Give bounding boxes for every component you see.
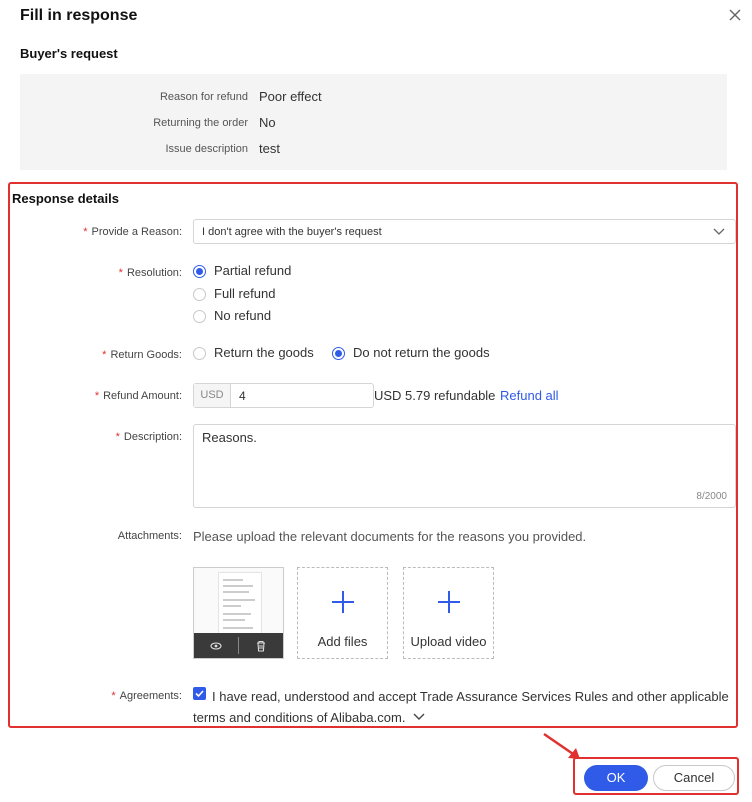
currency-prefix: USD	[194, 384, 231, 407]
attachments-field-label: Attachments:	[117, 530, 182, 542]
resolution-field-label: * Resolution:	[118, 267, 182, 279]
returning-order-label: Returning the order	[153, 117, 248, 129]
attachments-hint: Please upload the relevant documents for…	[193, 529, 587, 544]
do-not-return-goods-radio[interactable]	[332, 347, 345, 360]
issue-description-value: test	[259, 141, 280, 156]
plus-icon	[332, 591, 354, 613]
chevron-down-icon[interactable]	[413, 712, 425, 722]
document-preview	[218, 572, 262, 636]
agreement-text-line2: terms and conditions of Alibaba.com.	[193, 709, 425, 727]
resolution-partial-refund-label: Partial refund	[214, 263, 292, 278]
thumbnail-toolbar	[194, 633, 283, 658]
required-marker: *	[111, 690, 116, 702]
character-counter: 8/2000	[696, 491, 727, 502]
toolbar-divider	[238, 637, 239, 654]
required-marker: *	[102, 349, 107, 361]
description-textarea[interactable]: Reasons. 8/2000	[193, 424, 736, 508]
reason-select-value: I don't agree with the buyer's request	[202, 226, 382, 238]
resolution-full-refund-radio[interactable]	[193, 288, 206, 301]
reason-for-refund-label: Reason for refund	[159, 91, 248, 103]
response-details-heading: Response details	[12, 191, 119, 206]
refund-amount-field-label: * Refund Amount:	[94, 390, 182, 402]
upload-video-label: Upload video	[410, 634, 487, 649]
add-files-label: Add files	[317, 634, 368, 649]
trash-icon[interactable]	[253, 638, 269, 654]
attachment-thumbnail[interactable]	[193, 567, 284, 659]
dialog-title: Fill in response	[20, 7, 138, 24]
description-text: Reasons.	[202, 430, 257, 445]
issue-description-label: Issue description	[165, 143, 248, 155]
do-not-return-goods-label: Do not return the goods	[353, 345, 490, 360]
add-files-button[interactable]: Add files	[297, 567, 388, 659]
reason-for-refund-value: Poor effect	[259, 89, 322, 104]
required-marker: *	[94, 390, 100, 402]
reason-select[interactable]: I don't agree with the buyer's request	[193, 219, 736, 244]
refundable-amount-text: USD 5.79 refundable	[374, 388, 496, 403]
return-goods-label: Return the goods	[214, 345, 314, 360]
resolution-no-refund-radio[interactable]	[193, 310, 206, 323]
agreement-checkbox[interactable]	[193, 687, 206, 700]
required-marker: *	[118, 267, 123, 279]
returning-order-value: No	[259, 115, 276, 130]
reason-field-label: * Provide a Reason:	[83, 226, 182, 238]
return-goods-radio[interactable]	[193, 347, 206, 360]
resolution-partial-refund-radio[interactable]	[193, 265, 206, 278]
close-icon	[729, 9, 741, 21]
agreements-field-label: * Agreements:	[111, 690, 182, 702]
chevron-down-icon	[713, 228, 725, 235]
checkmark-icon	[195, 690, 204, 698]
cancel-button[interactable]: Cancel	[653, 765, 735, 791]
ok-button[interactable]: OK	[584, 765, 648, 791]
close-button[interactable]	[725, 5, 745, 25]
required-marker: *	[83, 226, 88, 238]
resolution-no-refund-label: No refund	[214, 308, 272, 323]
agreement-text-line1: I have read, understood and accept Trade…	[212, 689, 729, 704]
return-goods-field-label: * Return Goods:	[102, 349, 182, 361]
refund-amount-input[interactable]: USD 4	[193, 383, 374, 408]
refund-all-link[interactable]: Refund all	[500, 388, 559, 403]
upload-video-button[interactable]: Upload video	[403, 567, 494, 659]
plus-icon	[438, 591, 460, 613]
required-marker: *	[115, 431, 120, 443]
description-field-label: * Description:	[115, 431, 182, 443]
refund-amount-value: 4	[239, 389, 246, 403]
buyer-request-heading: Buyer's request	[20, 46, 118, 61]
eye-icon[interactable]	[208, 638, 224, 654]
resolution-full-refund-label: Full refund	[214, 286, 276, 301]
